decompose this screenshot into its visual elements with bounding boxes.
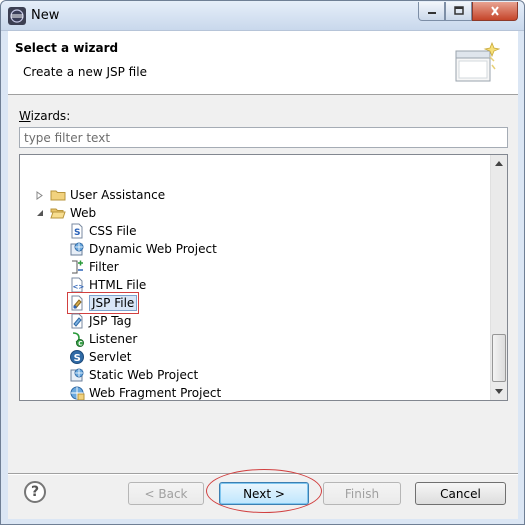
close-icon: [491, 6, 499, 16]
tree-scrollbar[interactable]: [490, 155, 507, 400]
cancel-button[interactable]: Cancel: [415, 482, 506, 505]
tree-item-label: Static Web Project: [89, 368, 199, 382]
jsp-file-icon: [69, 295, 85, 311]
dialog-body: Select a wizard Create a new JSP file Wi…: [8, 31, 518, 519]
finish-button[interactable]: Finish: [323, 482, 401, 505]
servlet-icon: S: [69, 349, 85, 365]
wizard-tree[interactable]: User Assistance Web S CSS File Dynamic Web P…: [19, 154, 508, 401]
filter-input[interactable]: [19, 127, 508, 148]
scroll-down-button[interactable]: [491, 383, 507, 400]
tree-item[interactable]: Web Fragment Project: [69, 384, 222, 400]
folder-open-icon: [50, 205, 66, 221]
filter-icon: [69, 259, 85, 275]
tree-item-label: User Assistance: [70, 188, 166, 202]
back-button[interactable]: < Back: [128, 482, 204, 505]
tree-item-label: Filter: [89, 260, 119, 274]
tree-item-label: Web Fragment Project: [89, 386, 222, 400]
tree-item-label: Listener: [89, 332, 138, 346]
folder-icon: [50, 187, 66, 203]
tree-item-label: Web: [70, 206, 97, 220]
web-project-icon: [69, 241, 85, 257]
expand-arrow-icon[interactable]: [34, 190, 44, 200]
scroll-up-button[interactable]: [491, 155, 507, 172]
tree-item[interactable]: S Servlet: [69, 348, 131, 366]
listener-icon: C: [69, 331, 85, 347]
web-project-icon: [69, 367, 85, 383]
wizards-label: Wizards:: [19, 109, 71, 123]
wizard-description: Create a new JSP file: [23, 65, 147, 79]
close-button[interactable]: [472, 2, 518, 21]
css-file-icon: S: [69, 223, 85, 239]
tree-item-label: Dynamic Web Project: [89, 242, 217, 256]
tree-item[interactable]: S CSS File: [69, 222, 137, 240]
eclipse-icon: [8, 7, 26, 25]
svg-text:S: S: [74, 228, 80, 238]
tree-item-selected[interactable]: JSP File: [66, 292, 140, 314]
minimize-icon: [427, 12, 436, 14]
tree-item[interactable]: JSP Tag: [69, 312, 132, 330]
svg-text:S: S: [74, 353, 81, 364]
maximize-button[interactable]: [445, 2, 472, 21]
tree-item[interactable]: C Listener: [69, 330, 137, 348]
next-button[interactable]: Next >: [219, 482, 309, 505]
tree-item-label: Servlet: [89, 350, 132, 364]
web-fragment-icon: [69, 385, 85, 400]
window-controls: [418, 2, 518, 21]
arrow-down-icon: [495, 389, 503, 394]
footer-separator: [8, 473, 518, 475]
new-wizard-banner-icon: [455, 41, 500, 82]
svg-text:C: C: [78, 340, 83, 347]
tree-item[interactable]: Dynamic Web Project: [69, 240, 217, 258]
tree-item-label: HTML File: [89, 278, 147, 292]
title-bar[interactable]: New: [1, 1, 524, 31]
tree-item[interactable]: <> HTML File: [69, 276, 146, 294]
scroll-thumb[interactable]: [492, 334, 506, 382]
jsp-tag-icon: [69, 313, 85, 329]
new-wizard-window: New Select a wizard Create a new JSP fil…: [0, 0, 525, 525]
tree-item-label: CSS File: [89, 224, 137, 238]
tree-item-label: JSP File: [89, 295, 138, 311]
wizard-header: Select a wizard Create a new JSP file: [8, 31, 518, 95]
tree-item-label: JSP Tag: [89, 314, 132, 328]
svg-text:<>: <>: [73, 283, 85, 291]
help-icon[interactable]: ?: [24, 481, 46, 503]
maximize-icon: [453, 6, 464, 15]
minimize-button[interactable]: [418, 2, 445, 21]
window-title: New: [31, 8, 60, 23]
tree-item[interactable]: Web: [34, 204, 96, 222]
tree-item[interactable]: User Assistance: [34, 186, 165, 204]
collapse-arrow-icon[interactable]: [34, 208, 44, 218]
wizard-title: Select a wizard: [15, 41, 119, 55]
tree-item[interactable]: Filter: [69, 258, 119, 276]
html-file-icon: <>: [69, 277, 85, 293]
tree-item[interactable]: Static Web Project: [69, 366, 198, 384]
arrow-up-icon: [495, 161, 503, 166]
